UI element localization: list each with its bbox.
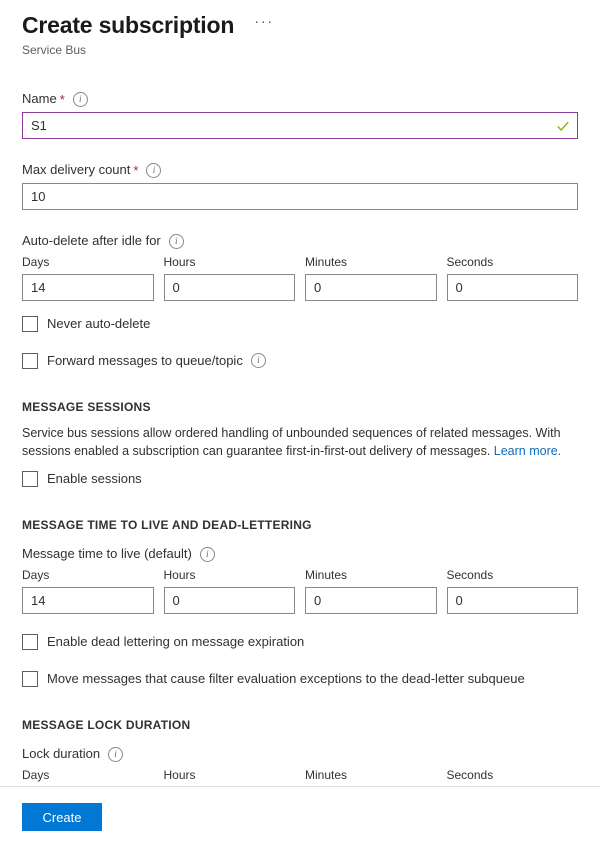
checkbox-label: Move messages that cause filter evaluati… [47, 670, 525, 687]
column-label-minutes: Minutes [305, 567, 437, 584]
max-delivery-count-input[interactable] [22, 183, 578, 210]
checkbox-never-auto-delete[interactable]: Never auto-delete [22, 315, 578, 332]
auto-delete-seconds-input[interactable] [447, 274, 579, 301]
info-icon[interactable]: i [108, 747, 123, 762]
auto-delete-minutes-input[interactable] [305, 274, 437, 301]
checkbox-box[interactable] [22, 634, 38, 650]
checkbox-label: Enable dead lettering on message expirat… [47, 633, 304, 650]
checkbox-box[interactable] [22, 316, 38, 332]
auto-delete-days-input[interactable] [22, 274, 154, 301]
create-subscription-blade: Create subscription ··· Service Bus Name… [0, 0, 600, 850]
checkbox-box[interactable] [22, 353, 38, 369]
ttl-minutes-input[interactable] [305, 587, 437, 614]
message-ttl-duration-grid: Days Hours Minutes Seconds [22, 567, 578, 614]
title-row: Create subscription ··· [22, 10, 578, 40]
checkbox-label: Enable sessions [47, 470, 142, 487]
blade-header: Create subscription ··· Service Bus [0, 0, 600, 58]
create-button[interactable]: Create [22, 803, 102, 831]
lock-duration-label-row: Lock duration i [22, 745, 578, 763]
auto-delete-label: Auto-delete after idle for [22, 232, 161, 250]
lock-duration-label: Lock duration [22, 745, 100, 763]
lock-hours-cell: Hours [164, 767, 296, 786]
name-input-wrapper [22, 112, 578, 139]
info-icon[interactable]: i [200, 547, 215, 562]
checkbox-enable-dead-lettering-expiration[interactable]: Enable dead lettering on message expirat… [22, 633, 578, 650]
max-delivery-count-label: Max delivery count [22, 161, 130, 179]
info-icon[interactable]: i [146, 163, 161, 178]
section-heading-ttl-dead-lettering: MESSAGE TIME TO LIVE AND DEAD-LETTERING [22, 517, 578, 533]
info-icon[interactable]: i [251, 353, 266, 368]
auto-delete-label-row: Auto-delete after idle for i [22, 232, 578, 250]
required-marker: * [133, 164, 138, 177]
checkbox-box[interactable] [22, 471, 38, 487]
column-label-seconds: Seconds [447, 254, 579, 271]
page-title: Create subscription [22, 10, 234, 40]
lock-seconds-cell: Seconds [447, 767, 579, 786]
info-icon[interactable]: i [73, 92, 88, 107]
column-label-hours: Hours [164, 767, 296, 784]
blade-footer: Create [0, 786, 600, 850]
field-name: Name * i [22, 90, 578, 139]
section-heading-message-lock-duration: MESSAGE LOCK DURATION [22, 717, 578, 733]
auto-delete-seconds-cell: Seconds [447, 254, 579, 301]
ttl-hours-cell: Hours [164, 567, 296, 614]
name-label: Name [22, 90, 57, 108]
field-lock-duration: Lock duration i Days Hours Minutes Secon… [22, 745, 578, 786]
auto-delete-hours-cell: Hours [164, 254, 296, 301]
auto-delete-days-cell: Days [22, 254, 154, 301]
message-ttl-label: Message time to live (default) [22, 545, 192, 563]
column-label-seconds: Seconds [447, 767, 579, 784]
required-marker: * [60, 93, 65, 106]
column-label-minutes: Minutes [305, 767, 437, 784]
auto-delete-minutes-cell: Minutes [305, 254, 437, 301]
learn-more-link[interactable]: Learn more. [494, 444, 561, 458]
message-sessions-description-text: Service bus sessions allow ordered handl… [22, 426, 561, 458]
ttl-days-input[interactable] [22, 587, 154, 614]
checkbox-move-filter-exception-messages[interactable]: Move messages that cause filter evaluati… [22, 670, 578, 687]
message-sessions-description: Service bus sessions allow ordered handl… [22, 424, 563, 460]
section-heading-message-sessions: MESSAGE SESSIONS [22, 399, 578, 415]
column-label-minutes: Minutes [305, 254, 437, 271]
checkbox-forward-messages[interactable]: Forward messages to queue/topic i [22, 352, 578, 369]
checkbox-label: Never auto-delete [47, 315, 150, 332]
name-label-row: Name * i [22, 90, 578, 108]
lock-duration-grid: Days Hours Minutes Seconds [22, 767, 578, 786]
auto-delete-duration-grid: Days Hours Minutes Seconds [22, 254, 578, 301]
ttl-minutes-cell: Minutes [305, 567, 437, 614]
form-body: Name * i Max delivery count * i A [0, 58, 600, 786]
more-options-icon[interactable]: ··· [250, 12, 278, 38]
checkbox-box[interactable] [22, 671, 38, 687]
lock-days-cell: Days [22, 767, 154, 786]
checkbox-enable-sessions[interactable]: Enable sessions [22, 470, 578, 487]
column-label-hours: Hours [164, 254, 296, 271]
name-input[interactable] [22, 112, 578, 139]
column-label-hours: Hours [164, 567, 296, 584]
checkbox-label: Forward messages to queue/topic i [47, 352, 266, 369]
checkbox-label-text: Forward messages to queue/topic [47, 352, 243, 369]
ttl-hours-input[interactable] [164, 587, 296, 614]
page-subtitle: Service Bus [22, 42, 578, 58]
max-delivery-count-label-row: Max delivery count * i [22, 161, 578, 179]
auto-delete-hours-input[interactable] [164, 274, 296, 301]
column-label-days: Days [22, 254, 154, 271]
info-icon[interactable]: i [169, 234, 184, 249]
field-auto-delete: Auto-delete after idle for i Days Hours … [22, 232, 578, 301]
field-message-ttl: Message time to live (default) i Days Ho… [22, 545, 578, 614]
column-label-seconds: Seconds [447, 567, 579, 584]
ttl-seconds-input[interactable] [447, 587, 579, 614]
message-ttl-label-row: Message time to live (default) i [22, 545, 578, 563]
column-label-days: Days [22, 567, 154, 584]
column-label-days: Days [22, 767, 154, 784]
field-max-delivery-count: Max delivery count * i [22, 161, 578, 210]
ttl-seconds-cell: Seconds [447, 567, 579, 614]
lock-minutes-cell: Minutes [305, 767, 437, 786]
ttl-days-cell: Days [22, 567, 154, 614]
